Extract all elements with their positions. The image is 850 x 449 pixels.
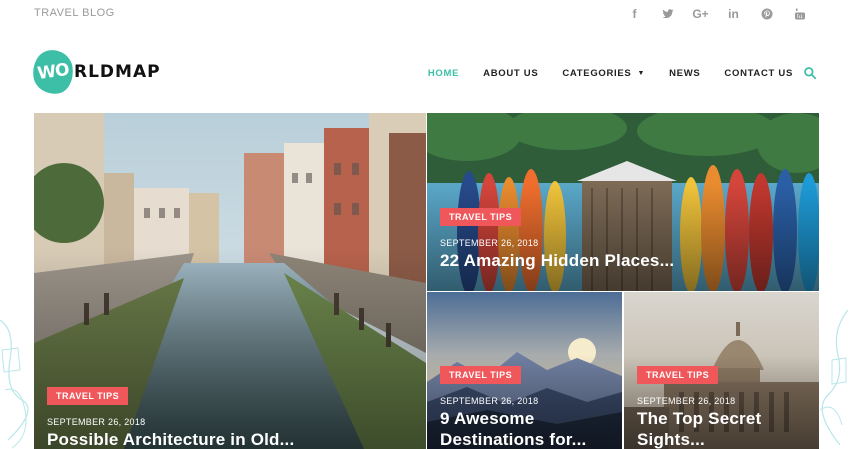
social-links: f G+ in [618, 5, 816, 23]
twitter-icon[interactable] [651, 5, 684, 23]
nav-news[interactable]: NEWS [669, 68, 700, 79]
post-date: SEPTEMBER 26, 2018 [637, 396, 736, 406]
site-header: WO RLDMAP HOME ABOUT US CATEGORIES ▼ NEW… [0, 28, 850, 113]
post-card-destinations[interactable]: TRAVEL TIPS SEPTEMBER 26, 2018 9 Awesome… [427, 292, 622, 449]
post-card-hidden-places[interactable]: TRAVEL TIPS SEPTEMBER 26, 2018 22 Amazin… [427, 113, 819, 291]
main-nav: HOME ABOUT US CATEGORIES ▼ NEWS CONTACT … [404, 66, 817, 80]
category-badge[interactable]: TRAVEL TIPS [440, 366, 522, 384]
logo-mark: WO [30, 47, 76, 97]
post-title-line-2[interactable]: Sights... [637, 429, 705, 449]
nav-contact-us[interactable]: CONTACT US [724, 68, 793, 79]
post-title-line-1[interactable]: The Top Secret [637, 408, 761, 429]
post-card-secret-sights[interactable]: TRAVEL TIPS SEPTEMBER 26, 2018 The Top S… [624, 292, 819, 449]
linkedin-icon[interactable]: in [717, 5, 750, 23]
top-bar: TRAVEL BLOG f G+ in [0, 0, 850, 28]
category-badge[interactable]: TRAVEL TIPS [637, 366, 719, 384]
post-title-line-1[interactable]: 9 Awesome [440, 408, 534, 429]
nav-home[interactable]: HOME [428, 68, 459, 79]
caret-down-icon: ▼ [637, 69, 646, 77]
pinterest-icon[interactable] [750, 5, 783, 23]
post-date: SEPTEMBER 26, 2018 [440, 396, 539, 406]
post-title[interactable]: Possible Architecture in Old... [47, 429, 294, 449]
nav-categories-label: CATEGORIES [562, 67, 632, 79]
category-badge[interactable]: TRAVEL TIPS [47, 387, 129, 405]
post-title[interactable]: 22 Amazing Hidden Places... [440, 250, 674, 271]
google-plus-icon[interactable]: G+ [684, 5, 717, 23]
site-tagline: TRAVEL BLOG [34, 7, 115, 19]
search-icon[interactable] [803, 66, 817, 80]
post-date: SEPTEMBER 26, 2018 [440, 238, 539, 248]
site-logo[interactable]: WO RLDMAP [30, 47, 161, 97]
nav-about-us[interactable]: ABOUT US [483, 68, 538, 79]
facebook-icon[interactable]: f [618, 5, 651, 23]
logo-wordmark: RLDMAP [74, 62, 161, 82]
post-card-architecture[interactable]: TRAVEL TIPS SEPTEMBER 26, 2018 Possible … [34, 113, 426, 449]
post-date: SEPTEMBER 26, 2018 [47, 417, 146, 427]
nav-categories[interactable]: CATEGORIES ▼ [562, 68, 645, 79]
post-title-line-2[interactable]: Destinations for... [440, 429, 586, 449]
youtube-icon[interactable] [783, 5, 816, 23]
category-badge[interactable]: TRAVEL TIPS [440, 208, 522, 226]
